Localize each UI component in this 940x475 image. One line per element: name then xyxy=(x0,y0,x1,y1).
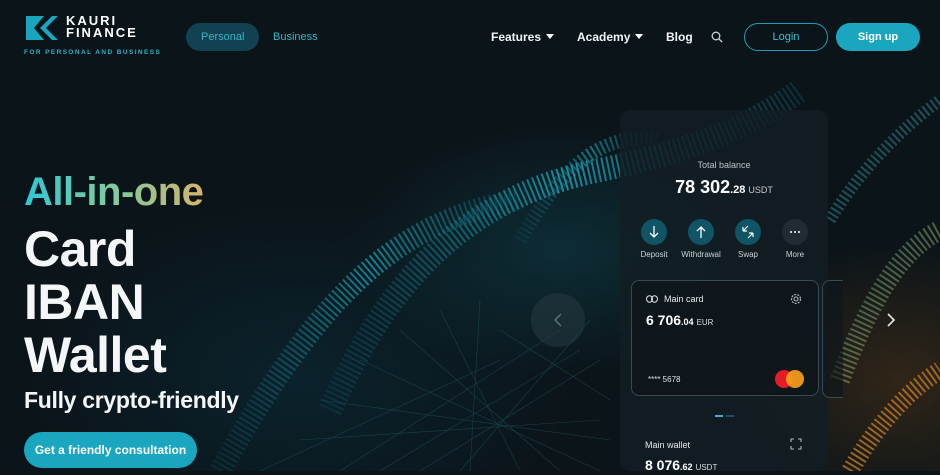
hero-line-iban: IBAN xyxy=(24,274,145,330)
carousel-dot[interactable] xyxy=(726,415,734,417)
app-preview-panel: Total balance 78 302.28 USDT Deposit With… xyxy=(620,110,828,473)
arrow-up-icon xyxy=(696,226,706,238)
hero-line-wallet: Wallet xyxy=(24,327,167,383)
chevron-left-icon xyxy=(553,313,562,327)
more-label: More xyxy=(785,250,805,259)
hero-subtitle: Fully crypto-friendly xyxy=(24,387,239,413)
segment-business[interactable]: Business xyxy=(258,23,333,51)
login-button[interactable]: Login xyxy=(744,23,828,51)
withdrawal-button[interactable] xyxy=(688,219,714,245)
nav-academy[interactable]: Academy xyxy=(577,30,644,44)
kauri-logo-icon xyxy=(26,16,58,40)
more-icon xyxy=(790,231,800,233)
more-button[interactable] xyxy=(782,219,808,245)
swap-button[interactable] xyxy=(735,219,761,245)
more-action[interactable]: More xyxy=(765,219,825,259)
main-card-title: Main card xyxy=(664,294,704,304)
nav-features-label: Features xyxy=(491,30,542,44)
brand-name: KAURI FINANCE xyxy=(66,14,166,40)
mastercard-logo-icon xyxy=(775,370,807,390)
carousel-dot-active[interactable] xyxy=(715,415,723,417)
carousel-prev-button[interactable] xyxy=(531,293,585,347)
total-balance-cents: .28 xyxy=(730,184,746,196)
brand-name-line2: FINANCE xyxy=(66,25,138,40)
expand-icon[interactable] xyxy=(790,438,802,450)
arrow-down-icon xyxy=(649,226,659,238)
search-icon[interactable] xyxy=(711,31,723,43)
main-card-tile[interactable]: Main card 6 706.04 EUR **** 5678 xyxy=(631,280,819,396)
total-balance-label: Total balance xyxy=(697,160,751,170)
hero-line-card: Card xyxy=(24,221,136,277)
main-card-balance-cents: .04 xyxy=(681,317,694,327)
total-balance-currency: USDT xyxy=(748,185,773,195)
main-card-balance: 6 706.04 EUR xyxy=(646,312,713,330)
nav-blog[interactable]: Blog xyxy=(666,30,693,44)
gear-icon[interactable] xyxy=(789,292,803,306)
chevron-down-icon xyxy=(546,34,555,39)
link-icon xyxy=(646,295,658,303)
nav-features[interactable]: Features xyxy=(491,30,555,44)
consultation-button[interactable]: Get a friendly consultation xyxy=(24,432,197,468)
main-card-currency: EUR xyxy=(696,318,714,327)
total-balance-value: 78 302.28 USDT xyxy=(620,177,828,198)
hero-headline-gradient: All-in-one xyxy=(24,170,204,214)
main-wallet-title: Main wallet xyxy=(645,440,691,450)
segment-personal[interactable]: Personal xyxy=(186,23,260,51)
carousel-indicator xyxy=(715,404,737,422)
nav-academy-label: Academy xyxy=(577,30,631,44)
swap-icon xyxy=(742,225,754,239)
card-number: **** 5678 xyxy=(648,375,681,384)
chevron-right-icon[interactable] xyxy=(884,312,898,328)
chevron-down-icon xyxy=(635,34,644,39)
signup-button[interactable]: Sign up xyxy=(836,23,920,51)
next-card-tile-peek[interactable] xyxy=(822,280,843,398)
brand-tagline: FOR PERSONAL AND BUSINESS xyxy=(24,49,162,56)
deposit-button[interactable] xyxy=(641,219,667,245)
main-card-balance-main: 6 706 xyxy=(646,312,682,328)
total-balance-main: 78 302 xyxy=(675,177,731,197)
main-wallet-balance: 8 076.62 USDT xyxy=(645,457,717,475)
